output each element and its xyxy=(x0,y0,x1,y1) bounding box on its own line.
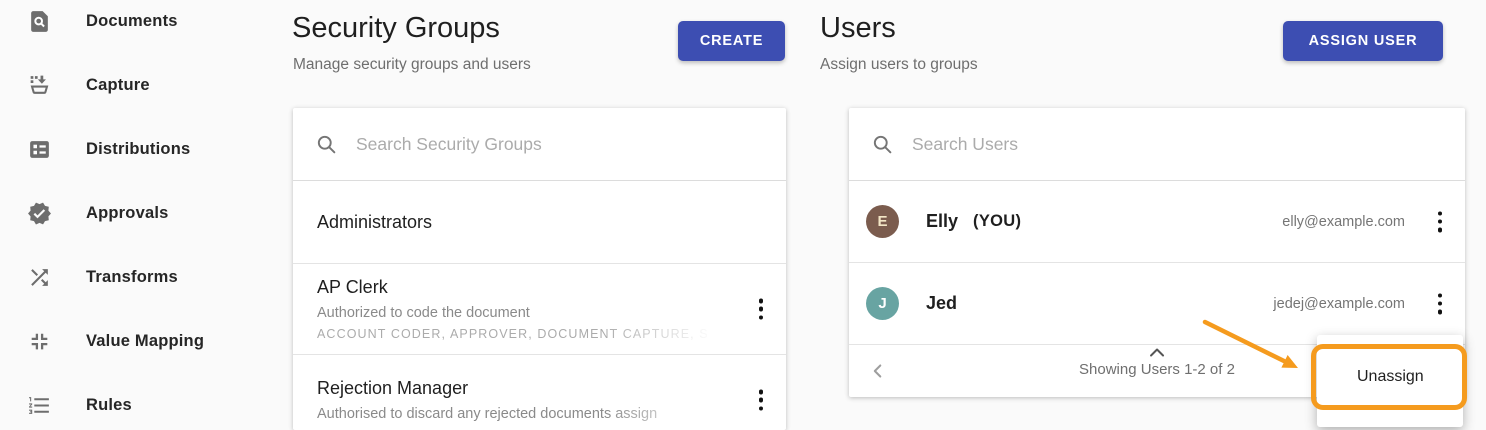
shuffle-icon xyxy=(27,265,52,290)
search-icon xyxy=(871,133,894,156)
sidebar-item-label: Documents xyxy=(86,11,178,30)
kebab-menu-icon[interactable] xyxy=(1431,209,1449,234)
document-search-icon xyxy=(27,9,52,34)
security-groups-search-input[interactable] xyxy=(354,132,764,156)
user-row-jed[interactable]: J Jed jedej@example.com xyxy=(849,263,1465,345)
security-groups-subtitle: Manage security groups and users xyxy=(293,56,531,73)
avatar: J xyxy=(866,287,899,320)
sidebar-item-rules[interactable]: Rules xyxy=(0,373,262,430)
distributions-card-icon xyxy=(27,137,52,162)
sidebar-item-label: Transforms xyxy=(86,267,178,286)
pagination-center: Showing Users 1-2 of 2 xyxy=(1079,348,1235,378)
search-icon xyxy=(315,133,338,156)
sidebar-item-label: Distributions xyxy=(86,139,191,158)
sidebar-item-approvals[interactable]: Approvals xyxy=(0,181,262,245)
sidebar-item-capture[interactable]: Capture xyxy=(0,53,262,117)
users-title: Users xyxy=(820,12,896,44)
group-name: Administrators xyxy=(317,211,433,232)
value-mapping-icon xyxy=(27,329,52,354)
kebab-menu-icon[interactable] xyxy=(752,388,770,413)
sidebar-item-label: Value Mapping xyxy=(86,331,205,350)
group-roles: ACCOUNT CODER, APPROVER, DOCUMENT CAPTUR… xyxy=(317,327,709,341)
sidebar-item-label: Rules xyxy=(86,395,132,414)
create-button[interactable]: CREATE xyxy=(678,21,785,61)
users-search-input[interactable] xyxy=(910,132,1443,156)
user-row-elly[interactable]: E Elly (YOU) elly@example.com xyxy=(849,181,1465,263)
group-description: Authorized to code the document xyxy=(317,305,530,321)
assign-user-button[interactable]: ASSIGN USER xyxy=(1283,21,1443,61)
kebab-menu-icon[interactable] xyxy=(1431,291,1449,316)
pagination-status: Showing Users 1-2 of 2 xyxy=(1079,361,1235,378)
previous-page-icon[interactable] xyxy=(867,360,889,382)
group-row-administrators[interactable]: Administrators xyxy=(293,181,786,264)
group-name: Rejection Manager xyxy=(317,378,469,398)
numbered-list-icon xyxy=(27,393,52,418)
user-email: jedej@example.com xyxy=(1273,295,1405,312)
group-description: Authorised to discard any rejected docum… xyxy=(317,406,658,422)
sidebar-item-label: Capture xyxy=(86,75,150,94)
capture-tray-icon xyxy=(27,73,52,98)
sidebar-item-documents[interactable]: Documents xyxy=(0,0,262,53)
avatar: E xyxy=(866,205,899,238)
user-you-tag: (YOU) xyxy=(973,212,1022,230)
sidebar-item-value-mapping[interactable]: Value Mapping xyxy=(0,309,262,373)
user-email: elly@example.com xyxy=(1282,213,1405,230)
group-row-rejection-manager[interactable]: Rejection Manager Authorised to discard … xyxy=(293,355,786,430)
group-row-ap-clerk[interactable]: AP Clerk Authorized to code the document… xyxy=(293,264,786,355)
users-subtitle: Assign users to groups xyxy=(820,56,978,73)
approval-badge-icon xyxy=(27,201,52,226)
user-name: Elly xyxy=(926,211,959,231)
security-groups-card: Administrators AP Clerk Authorized to co… xyxy=(293,108,786,430)
context-menu: Unassign xyxy=(1317,335,1463,427)
user-name: Jed xyxy=(926,293,958,313)
unassign-menu-item[interactable]: Unassign xyxy=(1317,353,1463,401)
security-groups-search xyxy=(293,108,786,181)
security-groups-title: Security Groups xyxy=(292,12,500,44)
group-name: AP Clerk xyxy=(317,277,388,297)
sidebar-item-distributions[interactable]: Distributions xyxy=(0,117,262,181)
sidebar-item-label: Approvals xyxy=(86,203,169,222)
users-search xyxy=(849,108,1465,181)
sidebar: Documents Capture Distributions Approval… xyxy=(0,0,262,430)
chevron-up-icon[interactable] xyxy=(1149,348,1165,357)
app-window: Documents Capture Distributions Approval… xyxy=(0,0,1486,430)
sidebar-item-transforms[interactable]: Transforms xyxy=(0,245,262,309)
kebab-menu-icon[interactable] xyxy=(752,297,770,322)
